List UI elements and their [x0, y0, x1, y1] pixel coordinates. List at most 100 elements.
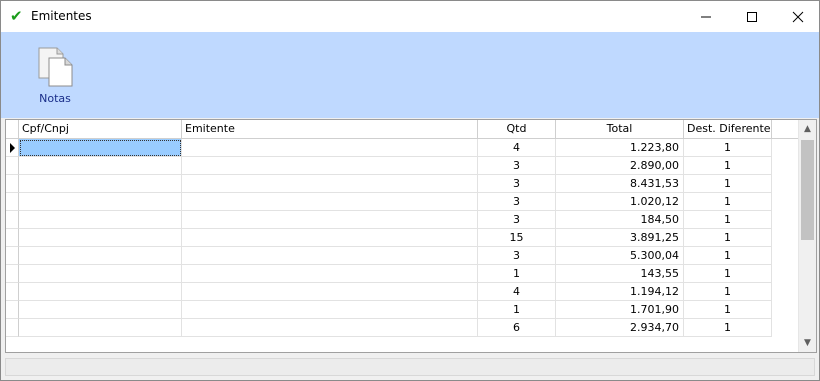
cell-cpf[interactable]	[19, 157, 182, 175]
cell-cpf[interactable]	[19, 175, 182, 193]
cell-cpf[interactable]	[19, 193, 182, 211]
status-bar	[5, 358, 815, 376]
row-indicator[interactable]	[6, 265, 19, 283]
cell-total[interactable]: 184,50	[556, 211, 684, 229]
table-row[interactable]: 4 1.194,12 1	[6, 283, 798, 301]
row-indicator[interactable]	[6, 157, 19, 175]
cell-emitente[interactable]	[182, 265, 478, 283]
cell-qtd[interactable]: 1	[478, 265, 556, 283]
row-indicator[interactable]	[6, 247, 19, 265]
row-indicator[interactable]	[6, 211, 19, 229]
cell-total[interactable]: 3.891,25	[556, 229, 684, 247]
cell-emitente[interactable]	[182, 283, 478, 301]
table-row[interactable]: 3 184,50 1	[6, 211, 798, 229]
cell-total[interactable]: 1.194,12	[556, 283, 684, 301]
column-header-dest-diferentes[interactable]: Dest. Diferentes	[684, 120, 772, 138]
cell-qtd[interactable]: 3	[478, 211, 556, 229]
cell-total[interactable]: 2.934,70	[556, 319, 684, 337]
documents-icon	[38, 47, 73, 87]
cell-cpf[interactable]	[19, 139, 182, 157]
cell-emitente[interactable]	[182, 211, 478, 229]
cell-qtd[interactable]: 3	[478, 193, 556, 211]
table-row[interactable]: 6 2.934,70 1	[6, 319, 798, 337]
cell-qtd[interactable]: 4	[478, 283, 556, 301]
cell-emitente[interactable]	[182, 157, 478, 175]
cell-cpf[interactable]	[19, 229, 182, 247]
minimize-button[interactable]	[683, 1, 729, 32]
cell-dest[interactable]: 1	[684, 265, 772, 283]
notas-label: Notas	[39, 92, 71, 105]
cell-cpf[interactable]	[19, 265, 182, 283]
minimize-icon	[701, 16, 711, 17]
cell-cpf[interactable]	[19, 247, 182, 265]
cell-dest[interactable]: 1	[684, 283, 772, 301]
cell-emitente[interactable]	[182, 193, 478, 211]
cell-qtd[interactable]: 3	[478, 157, 556, 175]
cell-cpf[interactable]	[19, 283, 182, 301]
cell-cpf[interactable]	[19, 211, 182, 229]
cell-emitente[interactable]	[182, 301, 478, 319]
table-row[interactable]: 4 1.223,80 1	[6, 139, 798, 157]
column-header-cpf-cnpj[interactable]: Cpf/Cnpj	[19, 120, 182, 138]
maximize-icon	[747, 11, 757, 22]
cell-dest[interactable]: 1	[684, 175, 772, 193]
table-row[interactable]: 3 1.020,12 1	[6, 193, 798, 211]
cell-qtd[interactable]: 4	[478, 139, 556, 157]
cell-total[interactable]: 5.300,04	[556, 247, 684, 265]
cell-dest[interactable]: 1	[684, 211, 772, 229]
row-indicator[interactable]	[6, 301, 19, 319]
emitentes-grid[interactable]: Cpf/Cnpj Emitente Qtd Total Dest. Difere…	[5, 119, 817, 353]
cell-cpf[interactable]	[19, 319, 182, 337]
cell-qtd[interactable]: 15	[478, 229, 556, 247]
close-button[interactable]	[775, 1, 820, 32]
cell-qtd[interactable]: 6	[478, 319, 556, 337]
table-row[interactable]: 3 5.300,04 1	[6, 247, 798, 265]
cell-emitente[interactable]	[182, 247, 478, 265]
cell-emitente[interactable]	[182, 175, 478, 193]
cell-dest[interactable]: 1	[684, 157, 772, 175]
row-indicator[interactable]	[6, 175, 19, 193]
title-bar[interactable]: ✔ Emitentes	[1, 1, 819, 32]
cell-dest[interactable]: 1	[684, 247, 772, 265]
vertical-scrollbar[interactable]: ▲ ▼	[798, 120, 816, 352]
cell-qtd[interactable]: 1	[478, 301, 556, 319]
cell-dest[interactable]: 1	[684, 319, 772, 337]
scroll-up-icon[interactable]: ▲	[799, 120, 816, 137]
cell-cpf[interactable]	[19, 301, 182, 319]
row-indicator[interactable]	[6, 319, 19, 337]
notas-button[interactable]: Notas	[25, 42, 85, 108]
cell-total[interactable]: 1.701,90	[556, 301, 684, 319]
row-indicator[interactable]	[6, 139, 19, 157]
row-indicator[interactable]	[6, 193, 19, 211]
table-row[interactable]: 3 8.431,53 1	[6, 175, 798, 193]
cell-total[interactable]: 1.223,80	[556, 139, 684, 157]
column-header-emitente[interactable]: Emitente	[182, 120, 478, 138]
cell-dest[interactable]: 1	[684, 301, 772, 319]
cell-dest[interactable]: 1	[684, 229, 772, 247]
window-title: Emitentes	[31, 9, 92, 23]
cell-emitente[interactable]	[182, 139, 478, 157]
scroll-thumb[interactable]	[801, 140, 814, 240]
current-row-arrow-icon	[10, 143, 15, 153]
cell-emitente[interactable]	[182, 319, 478, 337]
row-indicator[interactable]	[6, 283, 19, 301]
cell-dest[interactable]: 1	[684, 139, 772, 157]
cell-total[interactable]: 8.431,53	[556, 175, 684, 193]
cell-emitente[interactable]	[182, 229, 478, 247]
cell-qtd[interactable]: 3	[478, 175, 556, 193]
cell-qtd[interactable]: 3	[478, 247, 556, 265]
maximize-button[interactable]	[729, 1, 775, 32]
column-header-qtd[interactable]: Qtd	[478, 120, 556, 138]
column-header-total[interactable]: Total	[556, 120, 684, 138]
row-indicator[interactable]	[6, 229, 19, 247]
table-row[interactable]: 1 1.701,90 1	[6, 301, 798, 319]
table-row[interactable]: 15 3.891,25 1	[6, 229, 798, 247]
table-row[interactable]: 1 143,55 1	[6, 265, 798, 283]
cell-total[interactable]: 2.890,00	[556, 157, 684, 175]
cell-dest[interactable]: 1	[684, 193, 772, 211]
row-indicator-header	[6, 120, 19, 138]
scroll-down-icon[interactable]: ▼	[799, 334, 816, 351]
cell-total[interactable]: 1.020,12	[556, 193, 684, 211]
cell-total[interactable]: 143,55	[556, 265, 684, 283]
table-row[interactable]: 3 2.890,00 1	[6, 157, 798, 175]
